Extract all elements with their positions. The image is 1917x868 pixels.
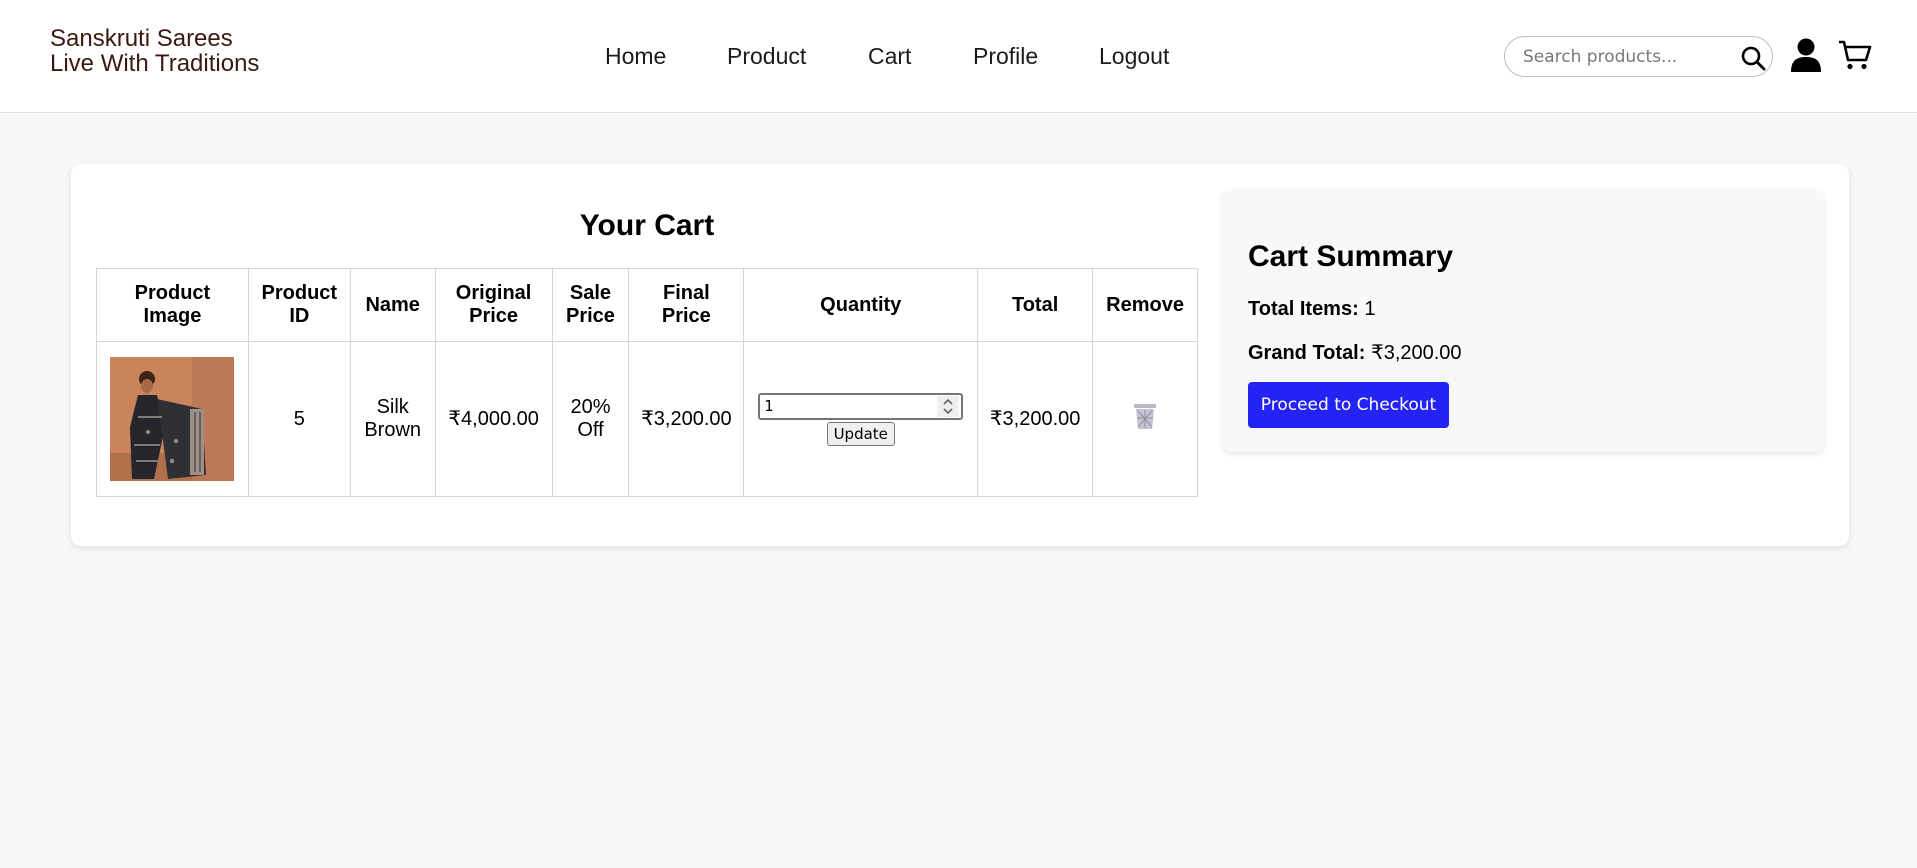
column-header-remove: Remove	[1092, 268, 1198, 342]
column-header-total: Total	[977, 268, 1094, 342]
sale-price-cell: 20% Off	[551, 341, 630, 497]
cart-summary-panel: Cart Summary Total Items: 1 Grand Total:…	[1223, 190, 1824, 452]
column-header-original-price: Original Price	[434, 268, 553, 342]
nav-home[interactable]: Home	[605, 43, 666, 70]
original-price-cell: ₹4,000.00	[434, 341, 553, 497]
nav-product[interactable]: Product	[727, 43, 806, 70]
remove-cell	[1092, 341, 1198, 497]
nav-logout[interactable]: Logout	[1099, 43, 1169, 70]
total-items-value: 1	[1364, 298, 1376, 320]
quantity-stepper	[758, 392, 964, 420]
row-total-cell: ₹3,200.00	[977, 341, 1094, 497]
final-price-cell: ₹3,200.00	[628, 341, 745, 497]
cart-title: Your Cart	[579, 209, 715, 242]
search-icon[interactable]	[1740, 45, 1766, 71]
table-row: 5 SilkBrown ₹4,000.00 20%Off ₹3,200.00	[96, 341, 1198, 497]
product-id-cell: 5	[247, 341, 351, 497]
grand-total-label: Grand Total:	[1248, 342, 1366, 364]
quantity-input[interactable]	[764, 395, 925, 416]
grand-total-value: ₹3,200.00	[1370, 342, 1462, 364]
product-image-cell	[96, 341, 249, 497]
product-image[interactable]	[110, 357, 235, 481]
column-header-quantity: Quantity	[743, 268, 979, 342]
column-header-name: Name	[349, 268, 436, 342]
trash-icon[interactable]	[1132, 402, 1158, 430]
column-header-product-image: Product Image	[96, 268, 249, 342]
product-name-cell: Silk Brown	[349, 341, 436, 497]
column-header-sale-price: Sale Price	[551, 268, 630, 342]
total-items-line: Total Items: 1	[1248, 298, 1375, 321]
site-header: Sanskruti Sarees Live With Traditions Ho…	[0, 0, 1917, 113]
search-box	[1504, 36, 1773, 77]
nav-profile[interactable]: Profile	[973, 43, 1038, 70]
nav-cart[interactable]: Cart	[868, 43, 911, 70]
total-items-label: Total Items:	[1248, 298, 1359, 320]
proceed-to-checkout-button[interactable]: Proceed to Checkout	[1248, 382, 1449, 428]
table-header-row: Product Image Product ID Name Original Pric…	[96, 268, 1198, 342]
cart-table: Product Image Product ID Name Original Pric…	[96, 268, 1198, 497]
search-input[interactable]	[1523, 45, 1723, 69]
spinner-arrows-icon[interactable]	[937, 395, 960, 417]
grand-total-line: Grand Total: ₹3,200.00	[1248, 340, 1462, 365]
quantity-cell: Update	[743, 341, 979, 497]
update-quantity-button[interactable]: Update	[826, 421, 895, 446]
cart-icon[interactable]	[1838, 39, 1872, 71]
cart-container: Your Cart Product Image Product ID Name Or…	[71, 164, 1849, 546]
summary-title: Cart Summary	[1248, 240, 1454, 273]
column-header-final-price: Final Price	[628, 268, 745, 342]
column-header-product-id: Product ID	[247, 268, 351, 342]
user-icon[interactable]	[1790, 38, 1822, 72]
